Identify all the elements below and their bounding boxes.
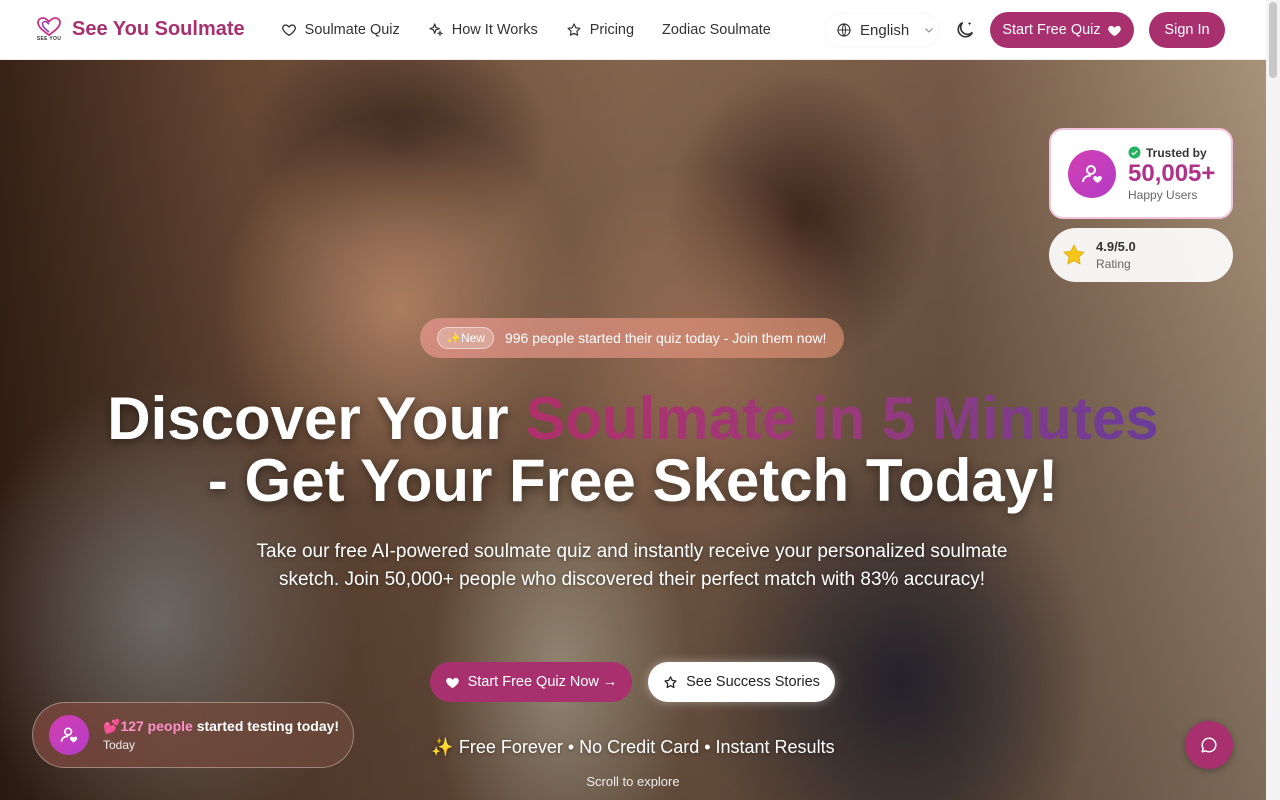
heart-outline-icon <box>281 23 296 36</box>
dark-mode-toggle-icon[interactable] <box>954 19 976 41</box>
nav-soulmate-quiz-label: Soulmate Quiz <box>304 21 400 38</box>
nav-zodiac-soulmate[interactable]: Zodiac Soulmate <box>662 22 771 38</box>
headline-highlight: Soulmate in 5 Minutes <box>525 385 1159 452</box>
language-label: English <box>860 21 910 39</box>
heart-icon <box>445 677 459 688</box>
sign-in-button[interactable]: Sign In <box>1149 12 1225 48</box>
hero-headline-line2: - Get Your Free Sketch Today! <box>207 447 1059 514</box>
toast-message: 💕127 people started testing today! <box>103 718 339 735</box>
chevron-down-icon <box>925 28 934 33</box>
trusted-by-card: Trusted by 50,005+ Happy Users <box>1049 128 1233 219</box>
headline-plain: Discover Your <box>107 385 526 452</box>
nav-pricing[interactable]: Pricing <box>566 22 634 38</box>
announcement-text: 996 people started their quiz today - Jo… <box>504 330 827 346</box>
scroll-hint: Scroll to explore <box>586 774 680 789</box>
star-outline-icon <box>664 675 677 688</box>
nav-how-it-works-label: How It Works <box>451 21 538 38</box>
start-free-quiz-now-label: Start Free Quiz Now → <box>467 674 618 690</box>
globe-icon <box>837 23 851 37</box>
top-navbar: SEE YOU See You Soulmate Soulmate Quiz H… <box>0 0 1266 60</box>
nav-how-it-works[interactable]: How It Works <box>428 22 538 38</box>
trusted-by-text: Trusted by <box>1146 145 1207 160</box>
toast-time: Today <box>103 738 136 752</box>
start-free-quiz-label: Start Free Quiz <box>1002 22 1101 38</box>
nav-pricing-label: Pricing <box>589 21 635 38</box>
rating-value: 4.9/5.0 <box>1096 239 1136 254</box>
toast-emoji: 💕 <box>103 718 121 734</box>
scrollbar-thumb[interactable] <box>1269 2 1277 78</box>
nav-zodiac-soulmate-label: Zodiac Soulmate <box>662 21 771 38</box>
sign-in-label: Sign In <box>1164 22 1210 38</box>
activity-toast[interactable]: 💕127 people started testing today! Today <box>32 702 354 768</box>
start-free-quiz-now-button[interactable]: Start Free Quiz Now → <box>430 662 632 702</box>
star-icon <box>1063 244 1085 265</box>
logo[interactable]: SEE YOU See You Soulmate <box>34 15 245 45</box>
sparkles-icon <box>429 22 444 37</box>
check-circle-icon <box>1128 146 1141 159</box>
toast-rest: started testing today! <box>192 718 340 734</box>
logo-subtext: SEE YOU <box>36 36 62 42</box>
user-count: 50,005+ <box>1128 159 1216 187</box>
toast-count: 127 people <box>120 718 193 734</box>
star-outline-icon <box>567 22 581 36</box>
see-success-stories-button[interactable]: See Success Stories <box>648 662 835 702</box>
user-heart-icon <box>1068 149 1116 198</box>
logo-heart-icon: SEE YOU <box>34 15 64 45</box>
announcement-pill[interactable]: ✨New 996 people started their quiz today… <box>420 318 844 358</box>
brand-name[interactable]: See You Soulmate <box>72 18 245 41</box>
happy-users-label: Happy Users <box>1128 187 1198 202</box>
page-scrollbar[interactable] <box>1266 0 1280 800</box>
rating-label: Rating <box>1096 257 1131 271</box>
hero-subtext: Take our free AI-powered soulmate quiz a… <box>256 541 1008 590</box>
rating-card: 4.9/5.0 Rating <box>1049 228 1233 282</box>
user-heart-icon <box>49 715 89 755</box>
start-free-quiz-button[interactable]: Start Free Quiz <box>990 12 1134 48</box>
heart-icon <box>1107 25 1121 36</box>
chat-button[interactable] <box>1185 721 1233 769</box>
nav-links: Soulmate Quiz How It Works Pricing Zodia… <box>281 22 799 38</box>
chat-bubble-icon <box>1201 737 1217 753</box>
language-selector[interactable]: English <box>826 14 938 46</box>
new-badge: ✨New <box>437 327 494 349</box>
hero-headline-line1: Discover Your Soulmate in 5 Minutes <box>0 384 1266 453</box>
trusted-by-label: Trusted by <box>1128 146 1215 160</box>
see-success-stories-label: See Success Stories <box>686 674 820 690</box>
nav-soulmate-quiz[interactable]: Soulmate Quiz <box>281 22 400 38</box>
